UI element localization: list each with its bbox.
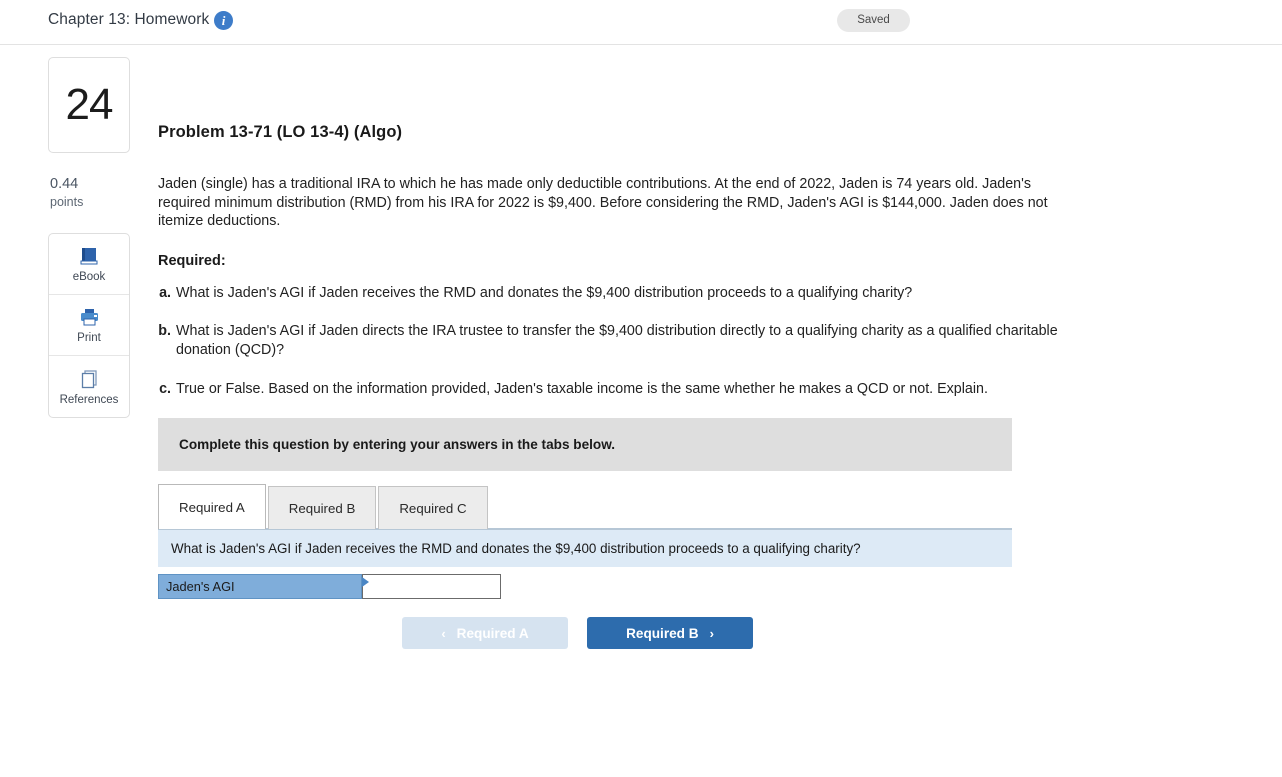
chevron-left-icon: ‹ [441,625,446,641]
next-button-label: Required B [626,625,699,641]
requirement-text: What is Jaden's AGI if Jaden receives th… [176,284,913,301]
tab-required-a[interactable]: Required A [158,484,266,530]
question-rail: 24 0.44 points eBook Print References [48,57,130,418]
points-value: 0.44 [50,176,79,192]
prev-required-a-button[interactable]: ‹ Required A [402,617,568,650]
cursor-marker-icon [362,577,369,588]
tab-bar: Required A Required B Required C [158,484,1012,530]
status-badge: Saved [837,9,910,32]
points-block: 0.44 points [48,175,130,211]
page-title: Chapter 13: Homework [48,11,210,28]
tab-label: Required B [288,500,356,516]
info-icon[interactable]: i [214,11,233,30]
chevron-right-icon: › [709,625,714,641]
print-label: Print [77,332,101,344]
problem-prompt: Jaden (single) has a traditional IRA to … [158,176,1048,230]
main-content: Problem 13-71 (LO 13-4) (Algo) Jaden (si… [158,57,1248,650]
question-number-box: 24 [48,57,130,153]
tab-question-text: What is Jaden's AGI if Jaden receives th… [158,530,1012,568]
references-label: References [59,393,119,406]
references-button[interactable]: References [49,356,129,417]
requirement-text: True or False. Based on the information … [176,380,988,397]
ebook-label: eBook [72,271,106,283]
answer-panel: Complete this question by entering your … [158,418,1012,650]
list-item: a. What is Jaden's AGI if Jaden receives… [158,284,1088,303]
points-label: points [50,195,84,209]
requirement-letter: c. [159,380,171,397]
question-number: 24 [65,80,114,129]
tab-required-b[interactable]: Required B [267,486,377,530]
problem-title: Problem 13-71 (LO 13-4) (Algo) [158,123,403,141]
list-item: c. True or False. Based on the informati… [158,380,1088,399]
list-item: b. What is Jaden's AGI if Jaden directs … [158,322,1088,359]
panel-instruction-banner: Complete this question by entering your … [158,418,1012,472]
tool-button-group: eBook Print References [48,233,130,418]
references-icon [78,368,100,390]
tab-label: Required A [179,499,245,515]
tab-required-c[interactable]: Required C [378,486,488,530]
requirement-letter: a. [159,284,171,301]
print-button[interactable]: Print [49,295,129,356]
required-heading: Required: [158,252,226,269]
prev-button-label: Required A [456,625,529,641]
requirement-text: What is Jaden's AGI if Jaden directs the… [176,323,1058,358]
next-required-b-button[interactable]: Required B › [587,617,753,650]
top-bar: Chapter 13: Homework i Saved [0,0,1282,45]
requirement-letter: b. [158,323,171,340]
tab-navigation: ‹ Required A Required B › [158,617,1012,650]
answer-input-wrapper [362,574,501,600]
tab-label: Required C [399,500,467,516]
printer-icon [78,306,100,328]
ebook-icon [78,245,100,267]
answer-label-cell: Jaden's AGI [158,574,362,600]
answer-row: Jaden's AGI [158,574,501,600]
answer-input[interactable] [362,574,501,600]
requirements-list: a. What is Jaden's AGI if Jaden receives… [158,284,1088,398]
ebook-button[interactable]: eBook [49,234,129,295]
